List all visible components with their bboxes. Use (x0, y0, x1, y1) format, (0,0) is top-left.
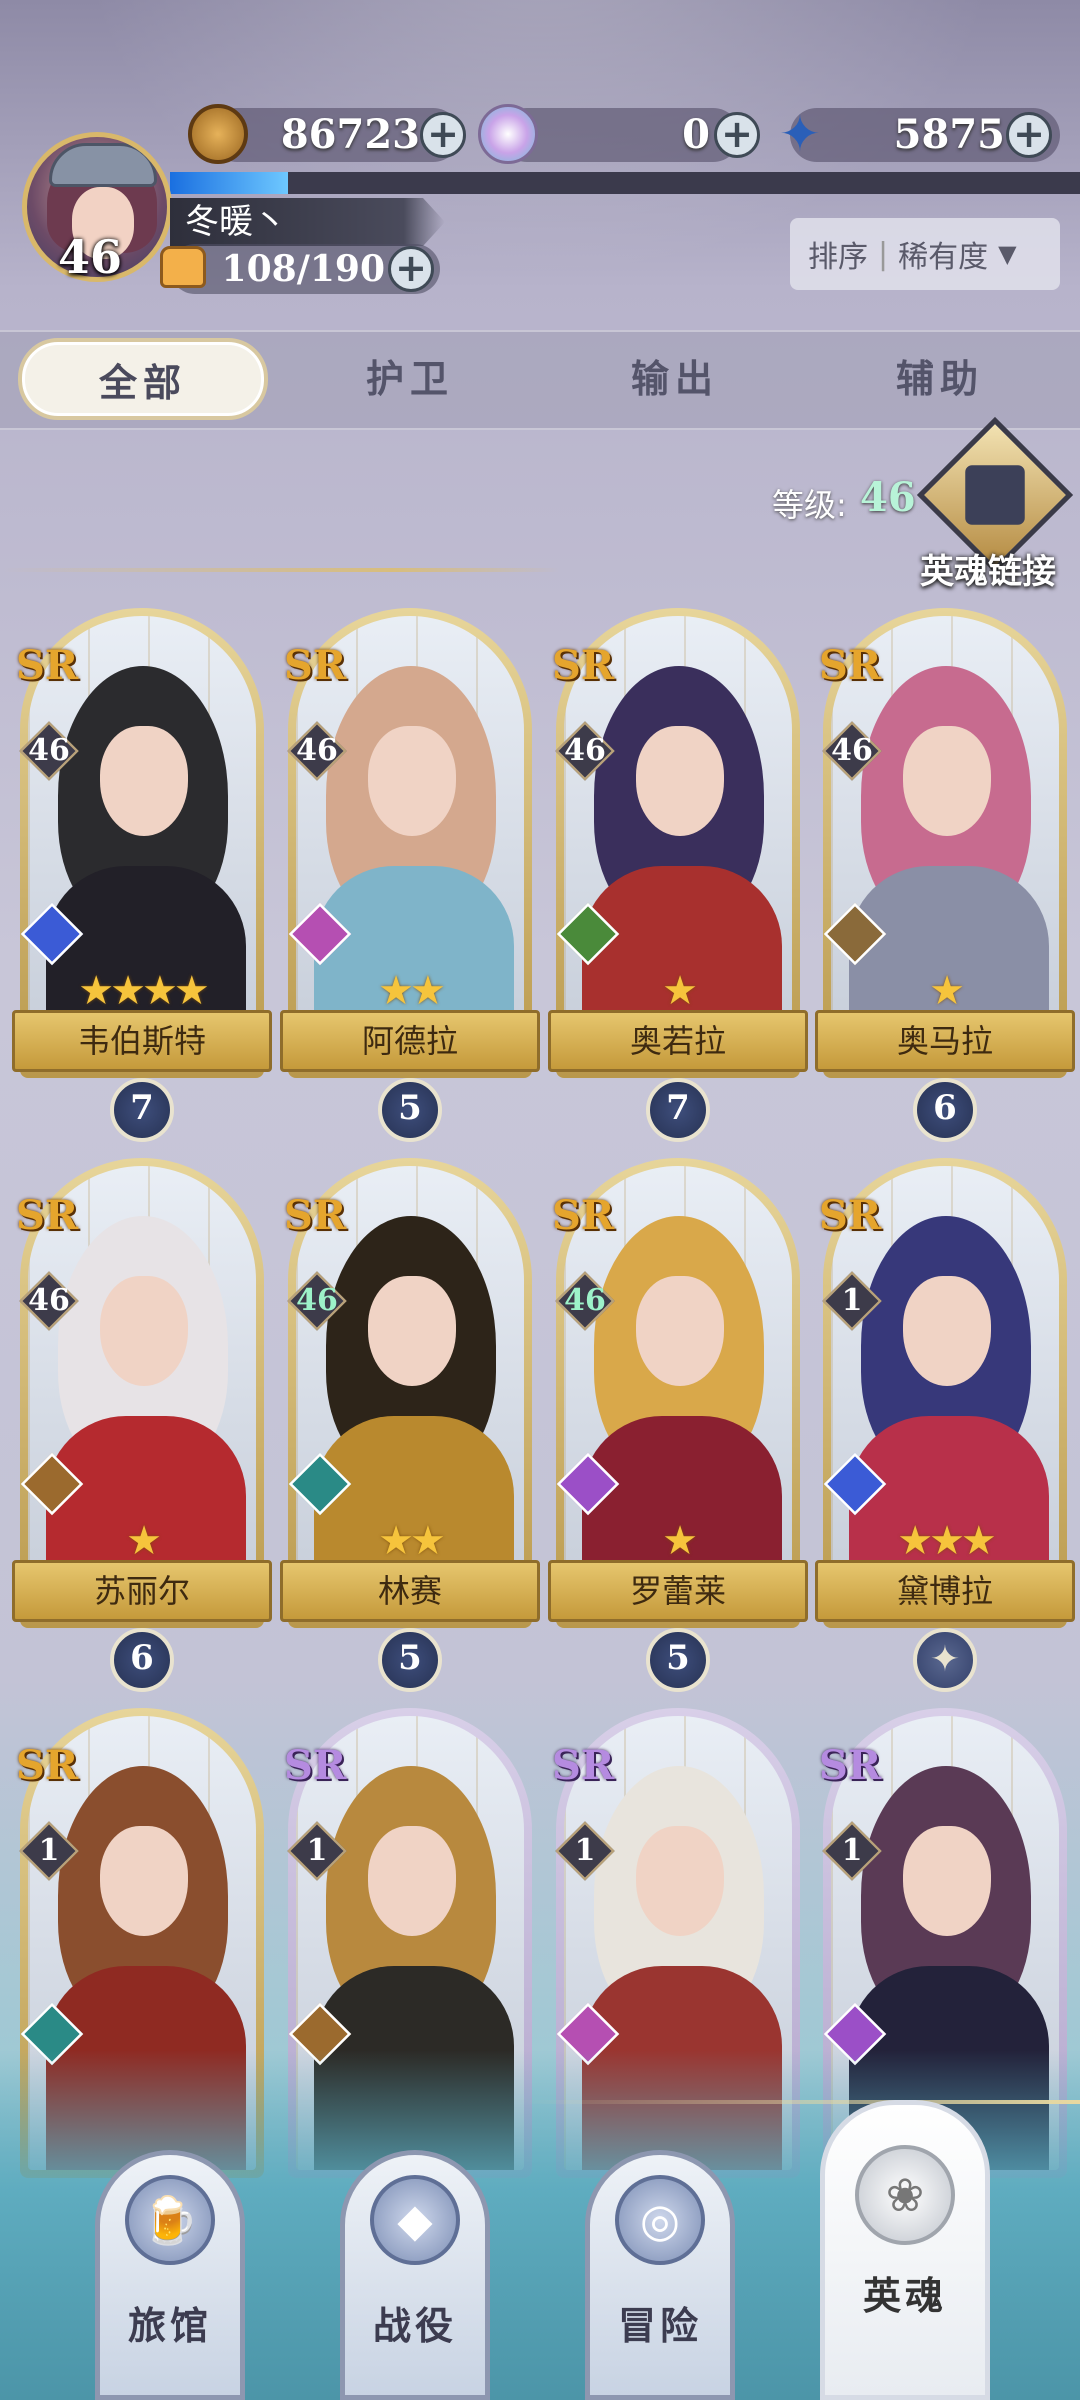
rarity-badge: SR (284, 642, 347, 689)
hero-level: 46 (28, 733, 70, 768)
coin-icon (188, 104, 248, 164)
star-crystal-icon: ✦ (779, 105, 821, 163)
add-stamina-button[interactable]: + (388, 246, 434, 292)
hero-level: 1 (841, 1833, 863, 1868)
hero-name: 罗蕾莱 (548, 1560, 808, 1622)
nav-label: 旅馆 (127, 2304, 212, 2348)
hero-stars: ★★★ (897, 1518, 997, 1564)
hero-count: 7 (666, 1088, 690, 1128)
tab-all[interactable]: 全部 (18, 338, 268, 420)
nav-divider (520, 2100, 1080, 2104)
rarity-badge: SR (16, 1192, 79, 1239)
rarity-badge: SR (284, 1742, 347, 1789)
hero-count: 7 (130, 1088, 154, 1128)
hero-card[interactable]: SR 46 ★ 奥马拉 6 (815, 608, 1075, 1142)
hero-name: 奥若拉 (548, 1010, 808, 1072)
hero-level-label: 等级: (772, 486, 847, 524)
add-gold-button[interactable]: + (420, 112, 466, 158)
gold-divider (0, 568, 560, 572)
rarity-badge: SR (819, 642, 882, 689)
tab-output[interactable]: 输出 (575, 338, 775, 420)
hero-name: 阿德拉 (280, 1010, 540, 1072)
player-level: 46 (57, 230, 122, 284)
chevron-down-icon: ▼ (998, 240, 1017, 268)
xp-fill (170, 172, 289, 194)
hero-level: 46 (564, 733, 606, 768)
rarity-badge: SR (16, 1742, 79, 1789)
hero-card[interactable]: SR 46 ★★ 林赛 5 (280, 1158, 540, 1692)
hero-link-label[interactable]: 英魂链接 (920, 544, 1056, 593)
hero-count: 5 (666, 1638, 690, 1678)
hero-level: 1 (841, 1283, 863, 1318)
hero-name: 黛博拉 (815, 1560, 1075, 1622)
hero-level: 46 (831, 733, 873, 768)
sort-dropdown[interactable]: 排序 | 稀有度 ▼ (790, 218, 1060, 290)
tavern-mug-icon: 🍺 (125, 2175, 215, 2265)
tab-support[interactable]: 辅助 (840, 338, 1040, 420)
campaign-banner-icon: ◆ (370, 2175, 460, 2265)
rarity-badge: SR (284, 1192, 347, 1239)
hero-card[interactable]: SR 1 ★★★ 黛博拉 ✦ (815, 1158, 1075, 1692)
tab-guard[interactable]: 护卫 (310, 338, 510, 420)
sort-label: 排序 (808, 240, 868, 275)
hero-name: 韦伯斯特 (12, 1010, 272, 1072)
stamina-value: 108/190 (221, 248, 385, 290)
player-name: 冬暖丶 (185, 202, 287, 242)
hero-count: 5 (398, 1088, 422, 1128)
hero-stars: ★ (126, 1518, 162, 1564)
hero-stars: ★ (929, 968, 965, 1014)
hero-level: 1 (306, 1833, 328, 1868)
hero-level: 46 (564, 1283, 606, 1318)
hero-level: 46 (296, 1283, 338, 1318)
hero-stars: ★★★★ (78, 968, 209, 1014)
rarity-badge: SR (819, 1192, 882, 1239)
nav-label: 战役 (372, 2304, 457, 2348)
hero-count: 6 (130, 1638, 154, 1678)
hero-count: 6 (933, 1088, 957, 1128)
hero-card[interactable]: SR 46 ★ 罗蕾莱 5 (548, 1158, 808, 1692)
hero-card[interactable]: SR 46 ★ 奥若拉 7 (548, 608, 808, 1142)
hero-card[interactable]: SR 46 ★★ 阿德拉 5 (280, 608, 540, 1142)
rarity-badge: SR (16, 642, 79, 689)
nav-label: 冒险 (617, 2304, 702, 2348)
hero-rose-icon: ❀ (855, 2145, 955, 2245)
nav-campaign[interactable]: ◆ 战役 (340, 2150, 490, 2400)
nav-label: 英魂 (862, 2274, 947, 2318)
hero-name: 奥马拉 (815, 1010, 1075, 1072)
hero-level: 1 (38, 1833, 60, 1868)
add-gem-button[interactable]: + (714, 112, 760, 158)
hero-stars: ★★ (378, 1518, 446, 1564)
hero-card[interactable]: SR 46 ★★★★ 韦伯斯特 7 (12, 608, 272, 1142)
sort-value: 稀有度 (898, 240, 989, 275)
gold-value: 86723 (280, 111, 420, 158)
sort-divider: | (878, 236, 889, 272)
hero-level: 46 (28, 1283, 70, 1318)
rarity-badge: SR (552, 642, 615, 689)
hero-level: 1 (574, 1833, 596, 1868)
nav-tavern[interactable]: 🍺 旅馆 (95, 2150, 245, 2400)
hero-count: 5 (398, 1638, 422, 1678)
hero-name: 苏丽尔 (12, 1560, 272, 1622)
gem-icon (478, 104, 538, 164)
hero-stars: ★ (662, 968, 698, 1014)
add-crystal-button[interactable]: + (1006, 112, 1052, 158)
nav-adventure[interactable]: ◎ 冒险 (585, 2150, 735, 2400)
hero-level-value: 46 (860, 474, 916, 521)
compass-star-icon: ✦ (913, 1628, 977, 1692)
gem-value: 0 (682, 111, 710, 158)
bread-icon (160, 246, 206, 288)
crystal-value: 5875 (893, 111, 1005, 158)
hero-stars: ★★ (378, 968, 446, 1014)
hero-name: 林赛 (280, 1560, 540, 1622)
rarity-badge: SR (552, 1192, 615, 1239)
nav-heroes[interactable]: ❀ 英魂 (820, 2100, 990, 2400)
hero-card[interactable]: SR 46 ★ 苏丽尔 6 (12, 1158, 272, 1692)
adventure-swirl-icon: ◎ (615, 2175, 705, 2265)
rarity-badge: SR (819, 1742, 882, 1789)
hero-stars: ★ (662, 1518, 698, 1564)
hero-level: 46 (296, 733, 338, 768)
xp-bar (170, 172, 1080, 194)
rarity-badge: SR (552, 1742, 615, 1789)
